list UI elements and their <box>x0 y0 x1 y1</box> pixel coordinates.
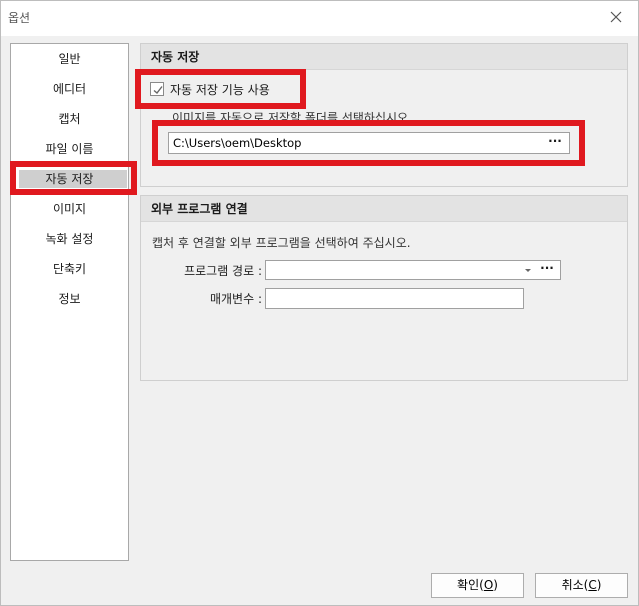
ok-mnemonic: O <box>483 578 494 592</box>
nav-item-capture[interactable]: 캡처 <box>11 108 128 130</box>
autosave-folder-input[interactable] <box>169 133 539 153</box>
params-input[interactable] <box>265 288 524 309</box>
nav-item-label: 캡처 <box>58 112 81 126</box>
autosave-hint: 이미지를 자동으로 저장할 폴더를 선택하십시오. <box>172 111 412 125</box>
nav-item-autosave[interactable]: 자동 저장 <box>11 168 128 190</box>
cancel-button-label: 취소 <box>561 578 584 592</box>
window-title: 옵션 <box>8 11 31 25</box>
nav-item-label: 자동 저장 <box>45 172 94 186</box>
chevron-down-icon[interactable] <box>522 264 534 276</box>
browse-program-button[interactable]: ··· <box>538 261 556 279</box>
external-hint: 캡처 후 연결할 외부 프로그램을 선택하여 주십시오. <box>152 236 411 250</box>
nav-item-label: 녹화 설정 <box>45 232 94 246</box>
params-label: 매개변수 : <box>209 292 262 306</box>
autosave-checkbox-row[interactable]: 자동 저장 기능 사용 <box>150 81 270 97</box>
nav-item-shortcuts[interactable]: 단축키 <box>11 258 128 280</box>
autosave-folder-field[interactable]: ··· <box>168 132 570 154</box>
options-nav: 일반 에디터 캡처 파일 이름 자동 저장 이미지 녹화 설정 단축키 정보 <box>10 43 129 561</box>
title-bar: 옵션 <box>0 0 639 36</box>
nav-item-info[interactable]: 정보 <box>11 288 128 310</box>
program-path-combo[interactable]: ··· <box>265 260 561 280</box>
cancel-mnemonic: C <box>588 578 597 592</box>
ok-button[interactable]: 확인(O) <box>431 573 524 598</box>
ok-button-label: 확인 <box>457 578 480 592</box>
browse-folder-button[interactable]: ··· <box>545 133 565 153</box>
nav-item-editor[interactable]: 에디터 <box>11 78 128 100</box>
nav-item-label: 이미지 <box>52 202 87 216</box>
cancel-button[interactable]: 취소(C) <box>535 573 628 598</box>
autosave-checkbox-label: 자동 저장 기능 사용 <box>170 82 270 97</box>
close-icon[interactable] <box>609 10 623 24</box>
panel-header: 자동 저장 <box>141 44 627 70</box>
program-path-label: 프로그램 경로 : <box>184 264 262 278</box>
panel-header: 외부 프로그램 연결 <box>141 196 627 222</box>
nav-item-label: 정보 <box>58 292 81 306</box>
nav-item-recording[interactable]: 녹화 설정 <box>11 228 128 250</box>
nav-item-image[interactable]: 이미지 <box>11 198 128 220</box>
autosave-checkbox[interactable] <box>150 82 164 96</box>
nav-item-label: 파일 이름 <box>45 142 94 156</box>
nav-item-general[interactable]: 일반 <box>11 48 128 70</box>
nav-item-filename[interactable]: 파일 이름 <box>11 138 128 160</box>
nav-item-label: 일반 <box>58 52 81 66</box>
nav-item-label: 에디터 <box>52 82 87 96</box>
nav-item-label: 단축키 <box>52 262 87 276</box>
check-icon <box>153 86 163 95</box>
